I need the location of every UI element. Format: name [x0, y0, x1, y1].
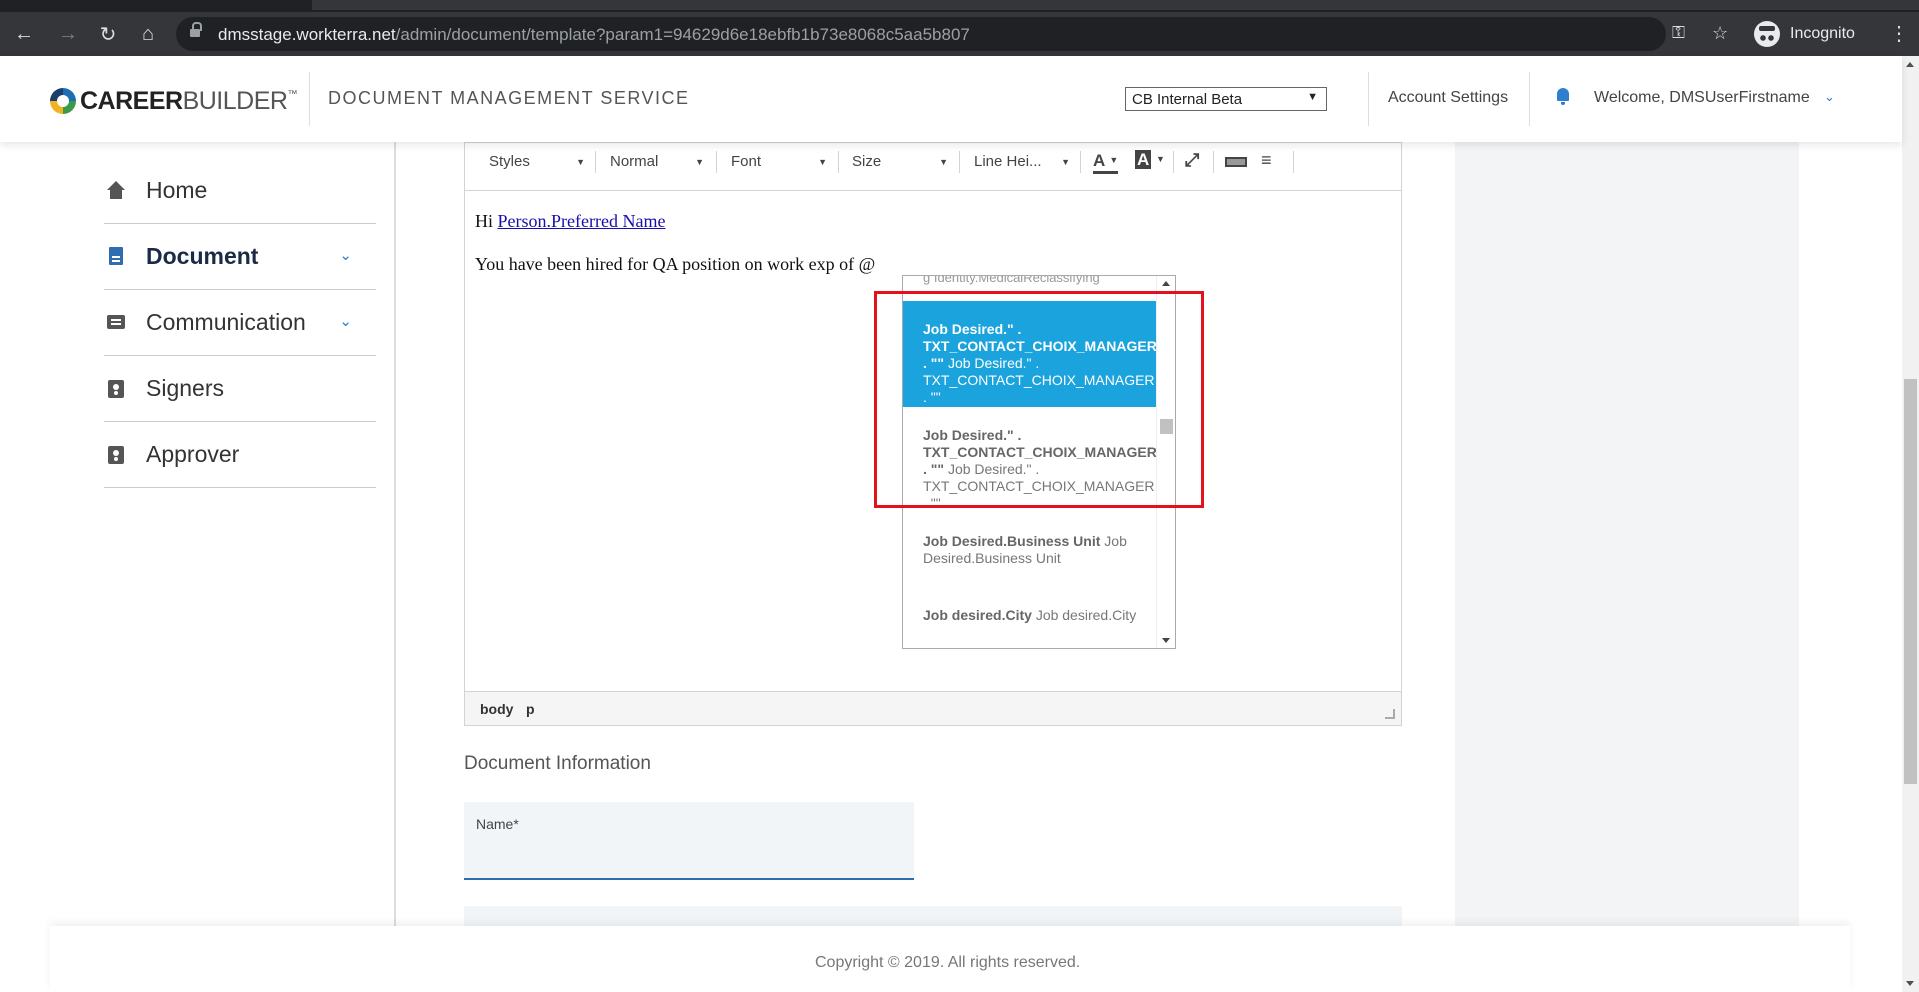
scroll-up-icon[interactable] [1162, 281, 1170, 286]
toolbar-separator [595, 151, 596, 173]
styles-dropdown[interactable]: Styles ▼ [489, 153, 585, 175]
caret-down-icon: ▼ [939, 157, 948, 167]
star-icon[interactable]: ☆ [1712, 23, 1728, 44]
autocomplete-item[interactable]: Job desired.City Job desired.City [903, 585, 1157, 648]
chevron-down-icon[interactable]: ⌄ [339, 246, 352, 264]
app-header: CAREERBUILDER™ DOCUMENT MANAGEMENT SERVI… [0, 56, 1902, 142]
document-icon [106, 246, 126, 267]
toolbar-separator [1293, 151, 1294, 173]
editor-line: You have been hired for QA position on w… [475, 254, 876, 274]
bell-icon[interactable] [1555, 88, 1571, 106]
caret-down-icon: ▼ [576, 157, 585, 167]
right-panel [1455, 142, 1799, 962]
sidebar-item-approver[interactable]: Approver [104, 422, 376, 488]
browser-toolbar: ← → ↻ ⌂ dmsstage.workterra.net/admin/doc… [0, 12, 1919, 56]
resize-grip-icon[interactable] [1385, 709, 1395, 719]
toolbar-separator [838, 151, 839, 173]
browser-tab-strip [0, 0, 1919, 12]
welcome-user-menu[interactable]: Welcome, DMSUserFirstname [1594, 89, 1810, 107]
lock-icon[interactable] [190, 22, 202, 39]
key-icon[interactable]: ⚿ [1672, 23, 1685, 43]
toolbar-separator [1173, 151, 1174, 173]
sidebar-item-communication[interactable]: Communication ⌄ [104, 290, 376, 356]
background-color-button[interactable]: A ▼ [1135, 150, 1165, 174]
sidebar-item-document[interactable]: Document ⌄ [104, 224, 376, 290]
font-dropdown[interactable]: Font ▼ [731, 153, 827, 175]
text-color-button[interactable]: A ▼ [1093, 150, 1119, 174]
document-information-heading: Document Information [464, 753, 651, 774]
maximize-icon[interactable]: ⤢ [1185, 150, 1199, 174]
careerbuilder-logo[interactable]: CAREERBUILDER™ [50, 86, 297, 116]
home-icon[interactable]: ⌂ [134, 20, 162, 48]
url-text[interactable]: dmsstage.workterra.net/admin/document/te… [218, 25, 970, 45]
editor-toolbar: Styles ▼ Normal ▼ Font ▼ Size ▼ Line Hei... ▼… [465, 143, 1401, 191]
toolbar-separator [1213, 151, 1214, 173]
scroll-up-icon[interactable] [1906, 62, 1914, 67]
caret-down-icon: ▼ [1061, 157, 1070, 167]
sidebar-item-home[interactable]: Home [104, 158, 376, 224]
path-p[interactable]: p [526, 701, 535, 717]
select-arrow-icon: ▼ [1307, 91, 1318, 103]
copyright-text: Copyright © 2019. All rights reserved. [815, 954, 1081, 971]
service-title: DOCUMENT MANAGEMENT SERVICE [328, 88, 690, 108]
scrollbar-thumb[interactable] [1904, 379, 1917, 784]
forward-icon[interactable]: → [54, 20, 82, 48]
autocomplete-item-partial[interactable]: g Identity.MedicalReclassifying [923, 276, 1100, 285]
toolbar-separator [716, 151, 717, 173]
reload-icon[interactable]: ↻ [94, 20, 122, 48]
editor-element-path: body p [465, 691, 1401, 725]
logo-mark-icon [50, 88, 76, 114]
autocomplete-item[interactable]: Job Desired.Business Unit Job Desired.Bu… [903, 513, 1157, 585]
name-field[interactable]: Name* [464, 802, 914, 880]
badge-icon [106, 445, 126, 465]
chevron-down-icon[interactable]: ⌄ [339, 312, 352, 330]
home-icon [106, 180, 126, 201]
caret-down-icon: ▼ [1109, 155, 1119, 165]
path-body[interactable]: body [480, 701, 513, 717]
scroll-down-icon[interactable] [1906, 981, 1914, 986]
sidebar-item-signers[interactable]: Signers [104, 356, 376, 422]
incognito-indicator[interactable]: Incognito [1754, 20, 1855, 48]
header-divider [1368, 72, 1369, 126]
caret-down-icon: ▼ [818, 157, 827, 167]
footer: Copyright © 2019. All rights reserved. [50, 926, 1850, 992]
header-divider [309, 72, 310, 126]
name-field-label: Name* [476, 816, 519, 832]
toolbar-separator [1080, 151, 1081, 173]
editor-content[interactable]: Hi Person.Preferred Name You have been h… [475, 211, 875, 297]
chevron-down-icon[interactable]: ⌄ [1824, 89, 1835, 105]
caret-down-icon: ▼ [1156, 154, 1165, 164]
editor-line: Hi Person.Preferred Name [475, 211, 666, 231]
back-icon[interactable]: ← [10, 20, 38, 48]
format-dropdown[interactable]: Normal ▼ [610, 153, 704, 175]
chat-icon [106, 313, 126, 333]
menu-icon[interactable]: ⋮ [1887, 22, 1911, 46]
address-bar[interactable]: dmsstage.workterra.net/admin/document/te… [176, 17, 1728, 51]
annotation-highlight-box [874, 291, 1204, 508]
placeholder-field-icon[interactable] [1225, 157, 1247, 167]
toolbar-separator [959, 151, 960, 173]
scroll-down-icon[interactable] [1162, 638, 1170, 643]
account-settings-link[interactable]: Account Settings [1388, 89, 1508, 107]
incognito-icon [1754, 21, 1780, 47]
line-height-dropdown[interactable]: Line Hei... ▼ [974, 153, 1070, 175]
header-divider [1529, 72, 1530, 126]
sidebar-divider [394, 142, 396, 962]
page-scrollbar[interactable] [1902, 56, 1919, 992]
environment-select[interactable]: CB Internal Beta ▼ [1125, 87, 1327, 111]
indent-icon[interactable]: ≡ [1261, 150, 1272, 174]
badge-icon [106, 379, 126, 399]
caret-down-icon: ▼ [695, 157, 704, 167]
merge-field-link[interactable]: Person.Preferred Name [498, 211, 666, 231]
size-dropdown[interactable]: Size ▼ [852, 153, 948, 175]
